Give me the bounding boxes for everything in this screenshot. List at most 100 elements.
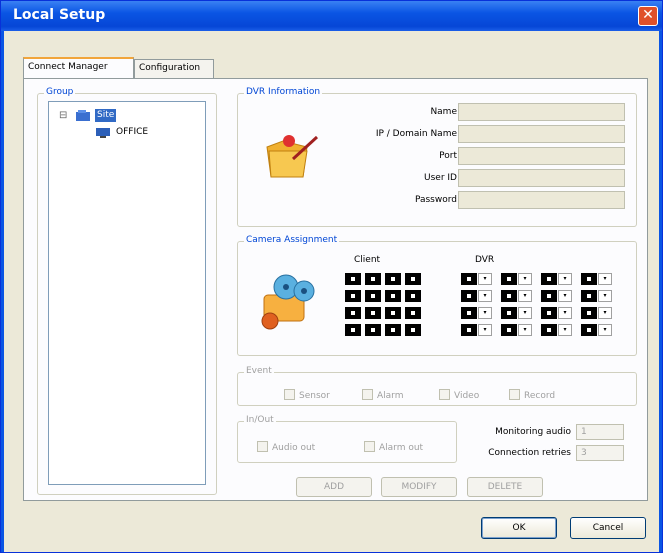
record-checkbox[interactable]: Record <box>509 389 555 401</box>
dvr-channel-dropdown[interactable]: ▾ <box>478 324 492 336</box>
tree-item-office[interactable]: OFFICE <box>116 127 148 137</box>
camera-icon <box>256 271 320 331</box>
dvr-channel-dropdown[interactable]: ▾ <box>598 290 612 302</box>
dvr-channel-dropdown[interactable]: ▾ <box>558 324 572 336</box>
client-channel-cell[interactable] <box>405 307 421 319</box>
dvr-channel-cell[interactable] <box>581 273 597 285</box>
client-label: Client <box>354 255 381 265</box>
port-label: Port <box>439 151 457 161</box>
dvr-channel-cell[interactable] <box>541 273 557 285</box>
dvr-channel-dropdown[interactable]: ▾ <box>598 273 612 285</box>
dvr-channel-cell[interactable] <box>501 273 517 285</box>
record-checkbox-label: Record <box>524 391 556 401</box>
user-id-field[interactable] <box>458 169 625 187</box>
dvr-channel-dropdown[interactable]: ▾ <box>598 307 612 319</box>
event-label: Event <box>244 366 274 376</box>
alarm-out-label: Alarm out <box>379 443 424 453</box>
tab-configuration[interactable]: Configuration <box>134 59 214 78</box>
client-channel-cell[interactable] <box>345 290 361 302</box>
ok-button[interactable]: OK <box>481 517 557 539</box>
user-id-label: User ID <box>424 173 457 183</box>
dvr-channel-cell[interactable] <box>501 324 517 336</box>
client-channel-cell[interactable] <box>365 290 381 302</box>
sensor-checkbox[interactable]: Sensor <box>284 389 330 401</box>
connection-retries-label: Connection retries <box>488 448 571 458</box>
dvr-channel-cell[interactable] <box>501 290 517 302</box>
name-label: Name <box>430 107 457 117</box>
dvr-information-label: DVR Information <box>244 87 323 97</box>
alarm-checkbox-label: Alarm <box>377 391 404 401</box>
client-channel-cell[interactable] <box>385 290 401 302</box>
dvr-channel-cell[interactable] <box>581 324 597 336</box>
client-channel-cell[interactable] <box>385 307 401 319</box>
client-channel-cell[interactable] <box>345 324 361 336</box>
dvr-channel-dropdown[interactable]: ▾ <box>478 307 492 319</box>
title-bar[interactable]: Local Setup ✕ <box>1 1 662 31</box>
dvr-channel-cell[interactable] <box>541 307 557 319</box>
add-button[interactable]: ADD <box>296 477 372 497</box>
dvr-folder-icon <box>263 129 321 181</box>
local-setup-dialog: Local Setup ✕ Connect Manager Configurat… <box>0 0 663 553</box>
dvr-channel-cell[interactable] <box>541 290 557 302</box>
dvr-channel-cell[interactable] <box>581 290 597 302</box>
tree-expander-icon[interactable]: ⊟ <box>59 110 67 121</box>
dvr-channel-cell[interactable] <box>461 307 477 319</box>
alarm-checkbox[interactable]: Alarm <box>362 389 403 401</box>
tab-connect-manager[interactable]: Connect Manager <box>23 57 134 78</box>
client-channel-cell[interactable] <box>365 273 381 285</box>
monitoring-audio-spinner[interactable]: 1 <box>576 424 624 440</box>
client-channel-cell[interactable] <box>365 324 381 336</box>
dvr-channel-cell[interactable] <box>541 324 557 336</box>
close-button[interactable]: ✕ <box>638 6 658 26</box>
delete-button[interactable]: DELETE <box>467 477 543 497</box>
video-checkbox[interactable]: Video <box>439 389 479 401</box>
connection-retries-spinner[interactable]: 3 <box>576 445 624 461</box>
site-tree[interactable]: ⊟ Site OFFICE <box>48 101 206 485</box>
dvr-channel-dropdown[interactable]: ▾ <box>598 324 612 336</box>
monitoring-audio-value: 1 <box>581 427 587 437</box>
ip-domain-field[interactable] <box>458 125 625 143</box>
site-folder-icon <box>75 110 91 122</box>
dvr-channel-dropdown[interactable]: ▾ <box>558 290 572 302</box>
client-channel-cell[interactable] <box>345 307 361 319</box>
window-title: Local Setup <box>13 7 106 23</box>
dvr-channel-dropdown[interactable]: ▾ <box>478 273 492 285</box>
dvr-channel-cell[interactable] <box>501 307 517 319</box>
group-label: Group <box>44 87 76 97</box>
dvr-channel-dropdown[interactable]: ▾ <box>518 273 532 285</box>
dvr-monitor-icon <box>95 127 111 139</box>
sensor-checkbox-label: Sensor <box>299 391 330 401</box>
dvr-channel-dropdown[interactable]: ▾ <box>518 307 532 319</box>
dvr-channel-cell[interactable] <box>581 307 597 319</box>
alarm-out-checkbox[interactable]: Alarm out <box>364 441 423 453</box>
dvr-channel-dropdown[interactable]: ▾ <box>518 324 532 336</box>
inout-label: In/Out <box>244 415 276 425</box>
dvr-channel-cell[interactable] <box>461 324 477 336</box>
port-field[interactable] <box>458 147 625 165</box>
client-channel-cell[interactable] <box>405 324 421 336</box>
password-label: Password <box>414 195 457 205</box>
dvr-channel-cell[interactable] <box>461 273 477 285</box>
client-channel-cell[interactable] <box>405 290 421 302</box>
password-field[interactable] <box>458 191 625 209</box>
dvr-channel-dropdown[interactable]: ▾ <box>518 290 532 302</box>
audio-out-label: Audio out <box>272 443 316 453</box>
modify-button[interactable]: MODIFY <box>381 477 457 497</box>
monitoring-audio-label: Monitoring audio <box>495 427 571 437</box>
tree-item-site[interactable]: Site <box>95 109 117 122</box>
dvr-channel-dropdown[interactable]: ▾ <box>478 290 492 302</box>
client-channel-cell[interactable] <box>345 273 361 285</box>
dvr-channel-cell[interactable] <box>461 290 477 302</box>
window-border-right <box>659 31 662 552</box>
client-channel-cell[interactable] <box>385 273 401 285</box>
client-channel-cell[interactable] <box>365 307 381 319</box>
dvr-channel-dropdown[interactable]: ▾ <box>558 273 572 285</box>
connection-retries-value: 3 <box>581 448 587 458</box>
name-field[interactable] <box>458 103 625 121</box>
cancel-button[interactable]: Cancel <box>570 517 646 539</box>
client-channel-cell[interactable] <box>385 324 401 336</box>
dvr-channel-dropdown[interactable]: ▾ <box>558 307 572 319</box>
client-channel-cell[interactable] <box>405 273 421 285</box>
camera-assignment-label: Camera Assignment <box>244 235 340 245</box>
audio-out-checkbox[interactable]: Audio out <box>257 441 315 453</box>
